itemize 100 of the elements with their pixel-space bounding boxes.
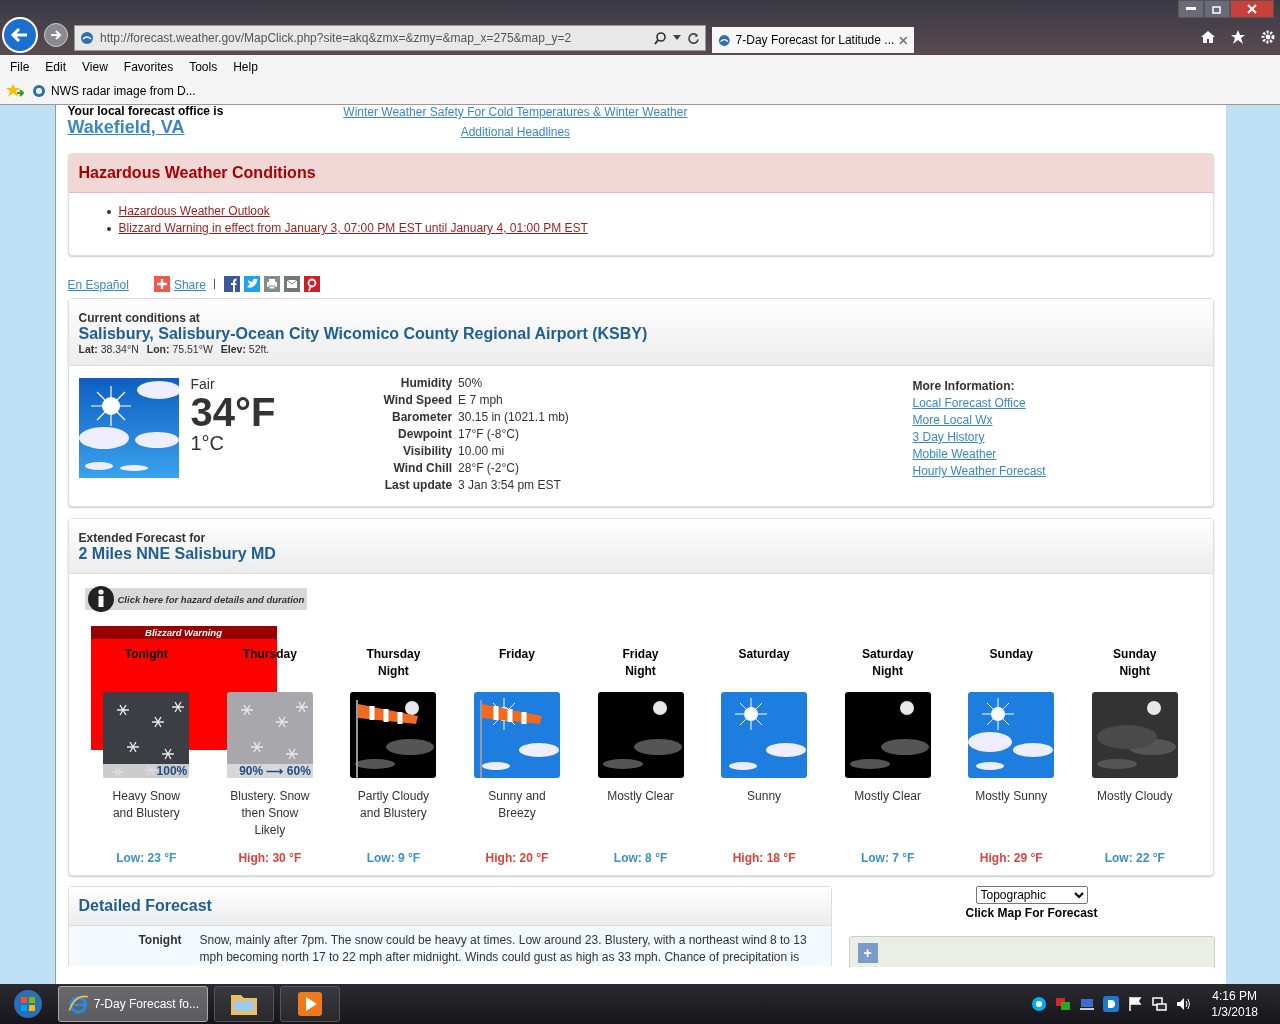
settings-icon[interactable] xyxy=(1260,29,1276,45)
radar-icon xyxy=(32,84,46,98)
detail-value: 10.00 mi xyxy=(457,443,506,460)
period-name: Sunday xyxy=(989,646,1033,663)
hazard-link[interactable]: Hazardous Weather Outlook xyxy=(118,203,270,220)
restore-icon xyxy=(1212,4,1222,14)
temperature-c: 1°C xyxy=(190,432,226,455)
forecast-text: Snow, mainly after 7pm. The snow could be heavy at times. Low around 23. Blustery, with a northeast wind 8 to 13 mph becoming north 17 to 22 mph after midnight. Winds could gust as high as 33 mph. Chance of precipitation is xyxy=(199,932,808,966)
info-link[interactable]: Mobile Weather xyxy=(912,446,1203,463)
detail-value: 17°F (-8°C) xyxy=(457,426,520,443)
additional-headlines-link[interactable]: Additional Headlines xyxy=(460,125,571,139)
menu-item[interactable]: File xyxy=(2,59,38,74)
search-icon[interactable] xyxy=(653,31,667,45)
forecast-description: Heavy Snow and Blustery xyxy=(111,788,181,822)
windows-logo-icon xyxy=(13,989,43,1019)
refresh-icon[interactable] xyxy=(687,31,700,45)
detail-value: 30.15 in (1021.1 mb) xyxy=(457,409,570,426)
info-link[interactable]: 3 Day History xyxy=(912,429,1203,446)
envelope-icon[interactable] xyxy=(283,276,300,292)
network-icon[interactable] xyxy=(1151,996,1168,1012)
forecast-description: Mostly Cloudy xyxy=(1096,788,1174,805)
site-icon xyxy=(718,33,731,47)
forward-arrow-icon xyxy=(49,28,63,42)
panel-label: Current conditions at xyxy=(78,311,201,325)
temperature-f: 34°F xyxy=(190,392,277,432)
period-name: Sunday Night xyxy=(1113,646,1157,680)
taskbar-button[interactable] xyxy=(280,986,340,1022)
close-icon xyxy=(1247,4,1257,14)
forecast-description: Sunny xyxy=(746,788,783,805)
play-icon xyxy=(298,992,322,1016)
temperature-text: High: 30 °F xyxy=(238,851,302,865)
network-drive-icon[interactable] xyxy=(1079,996,1096,1012)
share-link[interactable]: Share xyxy=(173,278,206,292)
panel-title: Hazardous Weather Conditions xyxy=(78,164,316,181)
address-bar[interactable]: http://forecast.weather.gov/MapClick.php?site=akq&zmx=&zmy=&map_x=275&map_y=2 xyxy=(74,25,706,51)
menu-item[interactable]: Edit xyxy=(37,59,75,74)
favorites-star-icon[interactable] xyxy=(6,83,24,99)
chat-icon[interactable] xyxy=(1031,996,1048,1012)
menu-item[interactable]: Help xyxy=(225,59,266,74)
caret-icon[interactable] xyxy=(673,35,681,41)
printer-icon[interactable] xyxy=(263,276,280,292)
detail-value: 3 Jan 3:54 pm EST xyxy=(457,477,562,494)
forecast-description: Blustery. Snow then Snow Likely xyxy=(229,788,311,839)
bird-icon[interactable] xyxy=(243,276,260,292)
temperature-text: Low: 22 °F xyxy=(1104,851,1165,865)
period-name: Friday Night xyxy=(622,646,659,680)
forecast-description: Mostly Clear xyxy=(606,788,675,805)
headline-link[interactable]: Winter Weather Safety For Cold Temperatures & Winter Weather xyxy=(343,105,688,119)
pin-icon[interactable] xyxy=(303,276,320,292)
flag-icon[interactable] xyxy=(1127,996,1144,1012)
location-title: 2 Miles NNE Salisbury MD xyxy=(78,545,277,563)
browser-tab[interactable]: 7-Day Forecast for Latitude ... xyxy=(712,27,914,53)
restore-button[interactable] xyxy=(1204,0,1230,18)
panel-label: Extended Forecast for xyxy=(78,531,207,545)
facebook-icon[interactable] xyxy=(223,276,240,292)
back-button[interactable] xyxy=(2,17,38,53)
condition-text: Fair xyxy=(190,376,216,392)
precipitation-chance: 100% xyxy=(103,764,190,778)
favorite-link[interactable]: NWS radar image from D... xyxy=(32,84,196,98)
detail-label: Wind Chill xyxy=(392,460,454,477)
forecast-description: Mostly Clear xyxy=(853,788,922,805)
info-link[interactable]: Hourly Weather Forecast xyxy=(912,463,1203,480)
info-link[interactable]: More Local Wx xyxy=(912,412,1203,429)
info-link[interactable]: Local Forecast Office xyxy=(912,395,1203,412)
detail-label: Wind Speed xyxy=(382,392,454,409)
clock-date[interactable]: 1/3/2018 xyxy=(1211,1004,1258,1020)
temperature-text: Low: 8 °F xyxy=(613,851,668,865)
temperature-text: Low: 23 °F xyxy=(116,851,177,865)
forecast-description: Mostly Sunny xyxy=(974,788,1049,805)
warning-title: Blizzard Warning xyxy=(90,626,277,639)
menu-item[interactable]: Tools xyxy=(181,59,226,74)
office-link[interactable]: Wakefield, VA xyxy=(67,117,185,137)
detail-value: 28°F (-2°C) xyxy=(457,460,520,477)
minimize-button[interactable] xyxy=(1178,0,1204,18)
menu-item[interactable]: View xyxy=(74,59,116,74)
more-info-title: More Information: xyxy=(912,378,1016,395)
menu-item[interactable]: Favorites xyxy=(115,59,182,74)
speaker-icon[interactable] xyxy=(1175,996,1192,1012)
star-icon[interactable] xyxy=(1230,29,1246,45)
plus-icon[interactable] xyxy=(153,276,170,292)
taskbar-button[interactable]: 7-Day Forecast fo... xyxy=(58,986,208,1022)
forward-button[interactable] xyxy=(44,23,68,47)
close-button[interactable] xyxy=(1230,0,1274,18)
map-layer-select[interactable]: Topographic xyxy=(975,886,1088,904)
hazard-link[interactable]: Blizzard Warning in effect from January 3, 07:00 PM EST until January 4, 01:00 PM EST xyxy=(118,220,588,237)
coordinate-text: Lon: 75.51°W xyxy=(146,343,213,355)
hazard-details-button[interactable]: Click here for hazard details and duration xyxy=(84,588,307,610)
language-link[interactable]: En Español xyxy=(67,278,129,292)
app-icon[interactable] xyxy=(1103,996,1120,1012)
taskbar-button[interactable] xyxy=(214,986,274,1022)
coordinate-text: Elev: 52ft. xyxy=(220,343,270,355)
bullet-icon xyxy=(106,226,111,231)
detail-label: Visibility xyxy=(401,443,454,460)
forecast-description: Partly Cloudy and Blustery xyxy=(356,788,431,822)
map-caption: Click Map For Forecast xyxy=(965,906,1098,920)
close-icon[interactable] xyxy=(899,35,908,45)
home-icon[interactable] xyxy=(1200,29,1216,45)
temperature-text: High: 18 °F xyxy=(732,851,796,865)
temperature-text: High: 29 °F xyxy=(979,851,1043,865)
clock-time[interactable]: 4:16 PM xyxy=(1212,988,1257,1004)
